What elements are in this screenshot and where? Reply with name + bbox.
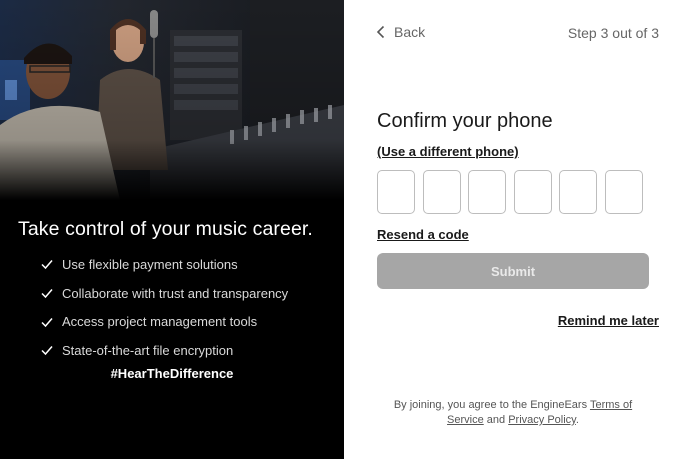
feature-item: Use flexible payment solutions [40, 250, 288, 279]
feature-label: Access project management tools [62, 314, 258, 330]
legal-suffix: . [575, 414, 579, 426]
submit-button[interactable]: Submit [377, 253, 649, 289]
use-different-phone-link[interactable]: (Use a different phone) [377, 144, 519, 159]
check-icon [41, 317, 53, 327]
back-label: Back [394, 24, 426, 40]
check-icon [41, 346, 53, 356]
back-button[interactable]: Back [376, 24, 425, 40]
feature-label: Use flexible payment solutions [62, 256, 238, 272]
feature-list: Use flexible payment solutions Collabora… [40, 250, 288, 365]
chevron-left-icon [376, 25, 385, 39]
remind-me-later-link[interactable]: Remind me later [558, 313, 659, 328]
legal-joiner: and [486, 414, 506, 426]
feature-item: State-of-the-art file encryption [40, 336, 288, 365]
feature-label: Collaborate with trust and transparency [62, 285, 289, 301]
check-icon [41, 289, 53, 299]
legal-prefix: By joining, you agree to the EngineEars [393, 399, 588, 411]
feature-label: State-of-the-art file encryption [62, 342, 234, 358]
feature-item: Access project management tools [40, 307, 288, 336]
code-digit-input-5[interactable] [559, 170, 597, 214]
step-indicator: Step 3 out of 3 [567, 25, 659, 41]
hashtag: #HearTheDifference [110, 366, 234, 381]
studio-photo [0, 0, 344, 200]
privacy-policy-link[interactable]: Privacy Policy [508, 414, 576, 426]
code-digit-input-1[interactable] [377, 170, 415, 214]
legal-notice: By joining, you agree to the EngineEars … [384, 398, 642, 428]
code-digit-input-6[interactable] [604, 170, 643, 214]
code-digit-input-3[interactable] [468, 170, 506, 214]
form-panel: Back Step 3 out of 3 Confirm your phone … [344, 0, 688, 459]
code-digit-input-2[interactable] [422, 170, 461, 214]
promo-panel: Take control of your music career. Use f… [0, 0, 344, 459]
feature-item: Collaborate with trust and transparency [40, 279, 288, 308]
resend-code-link[interactable]: Resend a code [377, 227, 469, 242]
verification-code-inputs [377, 170, 643, 214]
check-icon [41, 260, 53, 270]
code-digit-input-4[interactable] [513, 170, 552, 214]
promo-tagline: Take control of your music career. [18, 218, 313, 240]
page-title: Confirm your phone [377, 110, 553, 132]
